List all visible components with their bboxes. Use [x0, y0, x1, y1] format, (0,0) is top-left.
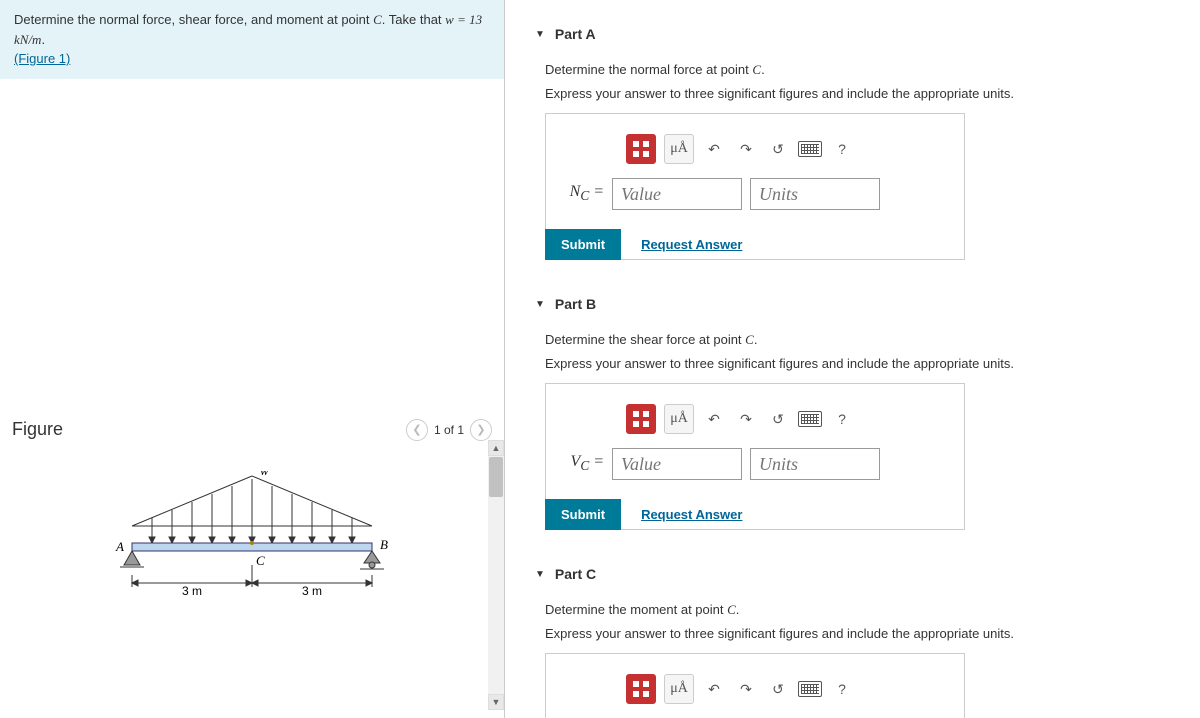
svg-text:A: A [115, 539, 124, 554]
part-a-toolbar: μÅ ↶ ↷ ↺ ? [566, 134, 944, 164]
undo-button[interactable]: ↶ [702, 404, 726, 434]
figure-pager: ❮ 1 of 1 ❯ [406, 419, 492, 441]
undo-button[interactable]: ↶ [702, 134, 726, 164]
undo-button[interactable]: ↶ [702, 674, 726, 704]
reset-button[interactable]: ↺ [766, 674, 790, 704]
mu-a-button[interactable]: μÅ [664, 674, 694, 704]
mu-a-button[interactable]: μÅ [664, 134, 694, 164]
figure-link[interactable]: (Figure 1) [14, 51, 70, 66]
scroll-up-icon[interactable]: ▲ [488, 440, 504, 456]
part-c-prompt2: Express your answer to three significant… [545, 626, 1170, 641]
templates-button[interactable] [626, 404, 656, 434]
templates-button[interactable] [626, 674, 656, 704]
part-c: ▼ Part C Determine the moment at point C… [535, 560, 1170, 718]
part-b-title: Part B [555, 296, 596, 312]
part-b-units-input[interactable] [750, 448, 880, 480]
part-c-header[interactable]: ▼ Part C [535, 560, 1170, 588]
redo-button[interactable]: ↷ [734, 134, 758, 164]
part-b-value-input[interactable] [612, 448, 742, 480]
keyboard-button[interactable] [798, 674, 822, 704]
figure-next-button[interactable]: ❯ [470, 419, 492, 441]
part-a-title: Part A [555, 26, 596, 42]
right-panel: ▼ Part A Determine the normal force at p… [505, 0, 1200, 718]
figure-scrollbar[interactable]: ▲ ▼ [488, 440, 504, 710]
scroll-thumb[interactable] [489, 457, 503, 497]
keyboard-button[interactable] [798, 134, 822, 164]
part-c-answer-box: μÅ ↶ ↷ ↺ ? [545, 653, 965, 718]
part-c-title: Part C [555, 566, 596, 582]
part-a-header[interactable]: ▼ Part A [535, 20, 1170, 48]
figure-image: w A B C 3 m 3 m [0, 441, 504, 641]
part-b-prompt1: Determine the shear force at point C. [545, 332, 1170, 348]
part-a-prompt2: Express your answer to three significant… [545, 86, 1170, 101]
part-a: ▼ Part A Determine the normal force at p… [535, 20, 1170, 260]
part-b-toolbar: μÅ ↶ ↷ ↺ ? [566, 404, 944, 434]
part-b-input-row: VC = [566, 448, 944, 480]
figure-pager-text: 1 of 1 [434, 423, 464, 437]
part-b-header[interactable]: ▼ Part B [535, 290, 1170, 318]
reset-button[interactable]: ↺ [766, 404, 790, 434]
part-b-submit-button[interactable]: Submit [545, 499, 621, 530]
part-a-answer-box: μÅ ↶ ↷ ↺ ? NC = Submit Request Answer [545, 113, 965, 260]
svg-text:3 m: 3 m [302, 584, 322, 598]
part-a-request-answer-link[interactable]: Request Answer [641, 237, 742, 252]
part-a-input-row: NC = [566, 178, 944, 210]
help-button[interactable]: ? [830, 674, 854, 704]
svg-text:B: B [380, 537, 388, 552]
mu-a-button[interactable]: μÅ [664, 404, 694, 434]
help-button[interactable]: ? [830, 404, 854, 434]
help-button[interactable]: ? [830, 134, 854, 164]
part-a-submit-button[interactable]: Submit [545, 229, 621, 260]
caret-down-icon: ▼ [535, 29, 545, 40]
label-w: w [260, 471, 269, 478]
svg-text:3 m: 3 m [182, 584, 202, 598]
prompt-mid: . Take that [382, 12, 445, 27]
figure-header: Figure ❮ 1 of 1 ❯ [0, 419, 504, 441]
part-a-prompt1: Determine the normal force at point C. [545, 62, 1170, 78]
figure-prev-button[interactable]: ❮ [406, 419, 428, 441]
part-b-prompt2: Express your answer to three significant… [545, 356, 1170, 371]
part-c-prompt1: Determine the moment at point C. [545, 602, 1170, 618]
part-a-units-input[interactable] [750, 178, 880, 210]
figure-title: Figure [12, 419, 63, 440]
reset-button[interactable]: ↺ [766, 134, 790, 164]
left-panel: Determine the normal force, shear force,… [0, 0, 505, 718]
svg-text:C: C [256, 553, 265, 568]
problem-prompt: Determine the normal force, shear force,… [0, 0, 504, 79]
templates-button[interactable] [626, 134, 656, 164]
keyboard-button[interactable] [798, 404, 822, 434]
part-b-answer-box: μÅ ↶ ↷ ↺ ? VC = Submit Request Answer [545, 383, 965, 530]
part-b: ▼ Part B Determine the shear force at po… [535, 290, 1170, 530]
caret-down-icon: ▼ [535, 569, 545, 580]
part-a-value-input[interactable] [612, 178, 742, 210]
prompt-point: C [373, 12, 382, 27]
part-a-variable: NC = [566, 183, 604, 204]
redo-button[interactable]: ↷ [734, 404, 758, 434]
prompt-text: Determine the normal force, shear force,… [14, 12, 373, 27]
part-b-request-answer-link[interactable]: Request Answer [641, 507, 742, 522]
scroll-down-icon[interactable]: ▼ [488, 694, 504, 710]
caret-down-icon: ▼ [535, 299, 545, 310]
part-b-variable: VC = [566, 453, 604, 474]
redo-button[interactable]: ↷ [734, 674, 758, 704]
part-c-toolbar: μÅ ↶ ↷ ↺ ? [566, 674, 944, 704]
